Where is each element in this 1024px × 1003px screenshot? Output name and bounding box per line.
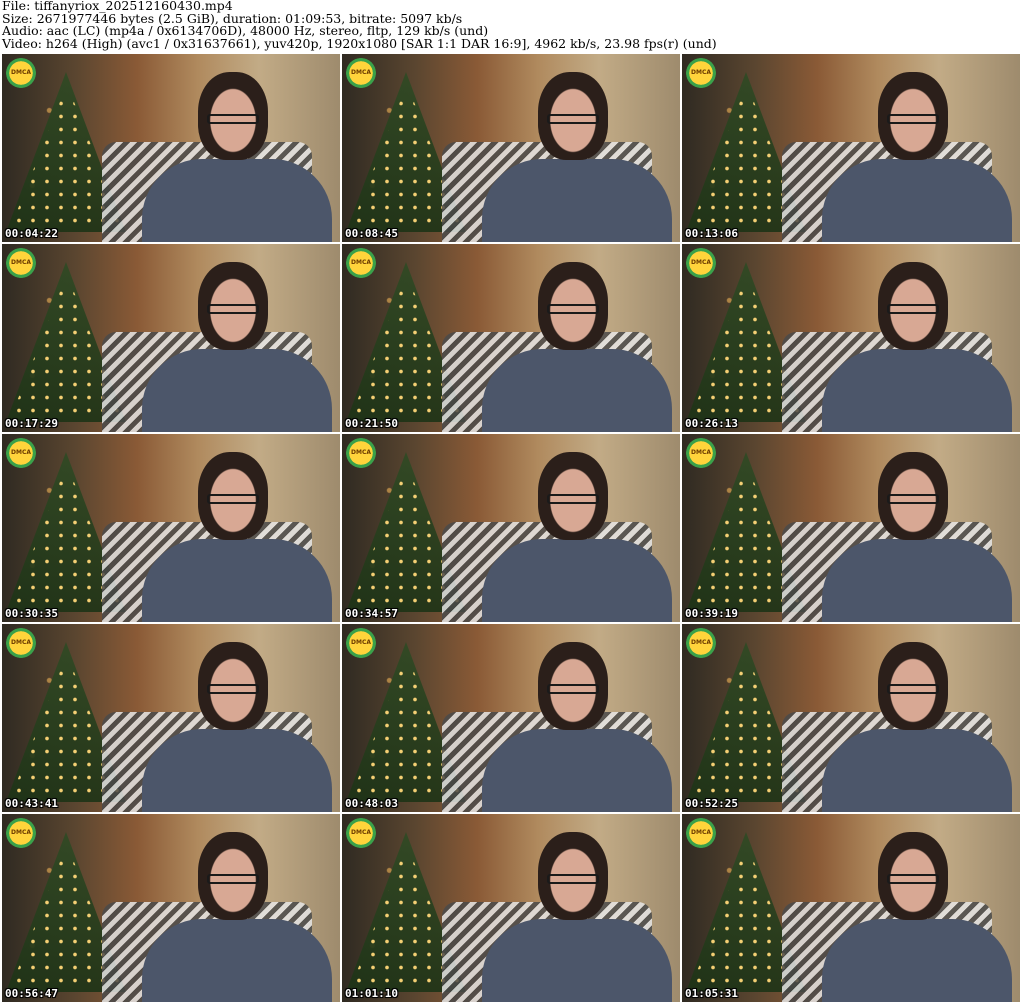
timestamp: 00:39:19 (685, 607, 738, 620)
person-body (822, 539, 1012, 622)
badge-label: DMCA (351, 829, 371, 836)
glasses (207, 874, 259, 884)
thumbnail: DMCA 00:08:45 (342, 54, 680, 242)
timestamp: 00:34:57 (345, 607, 398, 620)
thumbnail: DMCA 00:56:47 (2, 814, 340, 1002)
person-body (142, 539, 332, 622)
badge-label: DMCA (351, 449, 371, 456)
thumbnail: DMCA 00:52:25 (682, 624, 1020, 812)
person-body (822, 159, 1012, 242)
person-body (142, 919, 332, 1002)
thumbnail: DMCA 01:05:31 (682, 814, 1020, 1002)
timestamp: 00:56:47 (5, 987, 58, 1000)
glasses (547, 494, 599, 504)
badge-label: DMCA (11, 259, 31, 266)
person-body (482, 919, 672, 1002)
file-info-header: File: tiffanyriox_202512160430.mp4 Size:… (2, 0, 1022, 52)
glasses (547, 874, 599, 884)
timestamp: 00:48:03 (345, 797, 398, 810)
glasses (887, 494, 939, 504)
timestamp: 00:13:06 (685, 227, 738, 240)
badge-label: DMCA (11, 829, 31, 836)
person-body (482, 159, 672, 242)
dmca-badge-icon: DMCA (6, 628, 36, 658)
dmca-badge-icon: DMCA (6, 438, 36, 468)
thumbnail: DMCA 00:04:22 (2, 54, 340, 242)
glasses (207, 494, 259, 504)
badge-label: DMCA (691, 639, 711, 646)
badge-label: DMCA (351, 69, 371, 76)
glasses (207, 304, 259, 314)
person-body (142, 159, 332, 242)
thumbnail: DMCA 00:13:06 (682, 54, 1020, 242)
thumbnail: DMCA 00:21:50 (342, 244, 680, 432)
badge-label: DMCA (691, 449, 711, 456)
timestamp: 00:26:13 (685, 417, 738, 430)
thumbnail: DMCA 01:01:10 (342, 814, 680, 1002)
thumbnail: DMCA 00:17:29 (2, 244, 340, 432)
thumbnail: DMCA 00:26:13 (682, 244, 1020, 432)
timestamp: 00:08:45 (345, 227, 398, 240)
timestamp: 01:05:31 (685, 987, 738, 1000)
glasses (207, 684, 259, 694)
glasses (547, 304, 599, 314)
timestamp: 01:01:10 (345, 987, 398, 1000)
timestamp: 00:30:35 (5, 607, 58, 620)
dmca-badge-icon: DMCA (346, 438, 376, 468)
glasses (887, 114, 939, 124)
thumbnail: DMCA 00:30:35 (2, 434, 340, 622)
badge-label: DMCA (351, 639, 371, 646)
timestamp: 00:17:29 (5, 417, 58, 430)
timestamp: 00:43:41 (5, 797, 58, 810)
timestamp: 00:52:25 (685, 797, 738, 810)
badge-label: DMCA (691, 69, 711, 76)
timestamp: 00:04:22 (5, 227, 58, 240)
timestamp: 00:21:50 (345, 417, 398, 430)
dmca-badge-icon: DMCA (6, 248, 36, 278)
video-info-line: Video: h264 (High) (avc1 / 0x31637661), … (2, 35, 717, 51)
dmca-badge-icon: DMCA (346, 58, 376, 88)
thumbnail: DMCA 00:43:41 (2, 624, 340, 812)
person-body (482, 729, 672, 812)
person-body (142, 349, 332, 432)
thumbnail: DMCA 00:34:57 (342, 434, 680, 622)
person-body (822, 919, 1012, 1002)
badge-label: DMCA (351, 259, 371, 266)
dmca-badge-icon: DMCA (346, 248, 376, 278)
person-body (482, 539, 672, 622)
glasses (547, 114, 599, 124)
dmca-badge-icon: DMCA (686, 438, 716, 468)
glasses (887, 874, 939, 884)
badge-label: DMCA (691, 829, 711, 836)
glasses (887, 304, 939, 314)
glasses (547, 684, 599, 694)
thumbnail: DMCA 00:39:19 (682, 434, 1020, 622)
dmca-badge-icon: DMCA (686, 58, 716, 88)
person-body (822, 349, 1012, 432)
thumbnail: DMCA 00:48:03 (342, 624, 680, 812)
person-body (822, 729, 1012, 812)
dmca-badge-icon: DMCA (6, 818, 36, 848)
badge-label: DMCA (11, 639, 31, 646)
person-body (142, 729, 332, 812)
dmca-badge-icon: DMCA (346, 818, 376, 848)
dmca-badge-icon: DMCA (686, 818, 716, 848)
badge-label: DMCA (691, 259, 711, 266)
glasses (207, 114, 259, 124)
dmca-badge-icon: DMCA (346, 628, 376, 658)
glasses (887, 684, 939, 694)
person-body (482, 349, 672, 432)
dmca-badge-icon: DMCA (6, 58, 36, 88)
dmca-badge-icon: DMCA (686, 628, 716, 658)
badge-label: DMCA (11, 449, 31, 456)
badge-label: DMCA (11, 69, 31, 76)
dmca-badge-icon: DMCA (686, 248, 716, 278)
